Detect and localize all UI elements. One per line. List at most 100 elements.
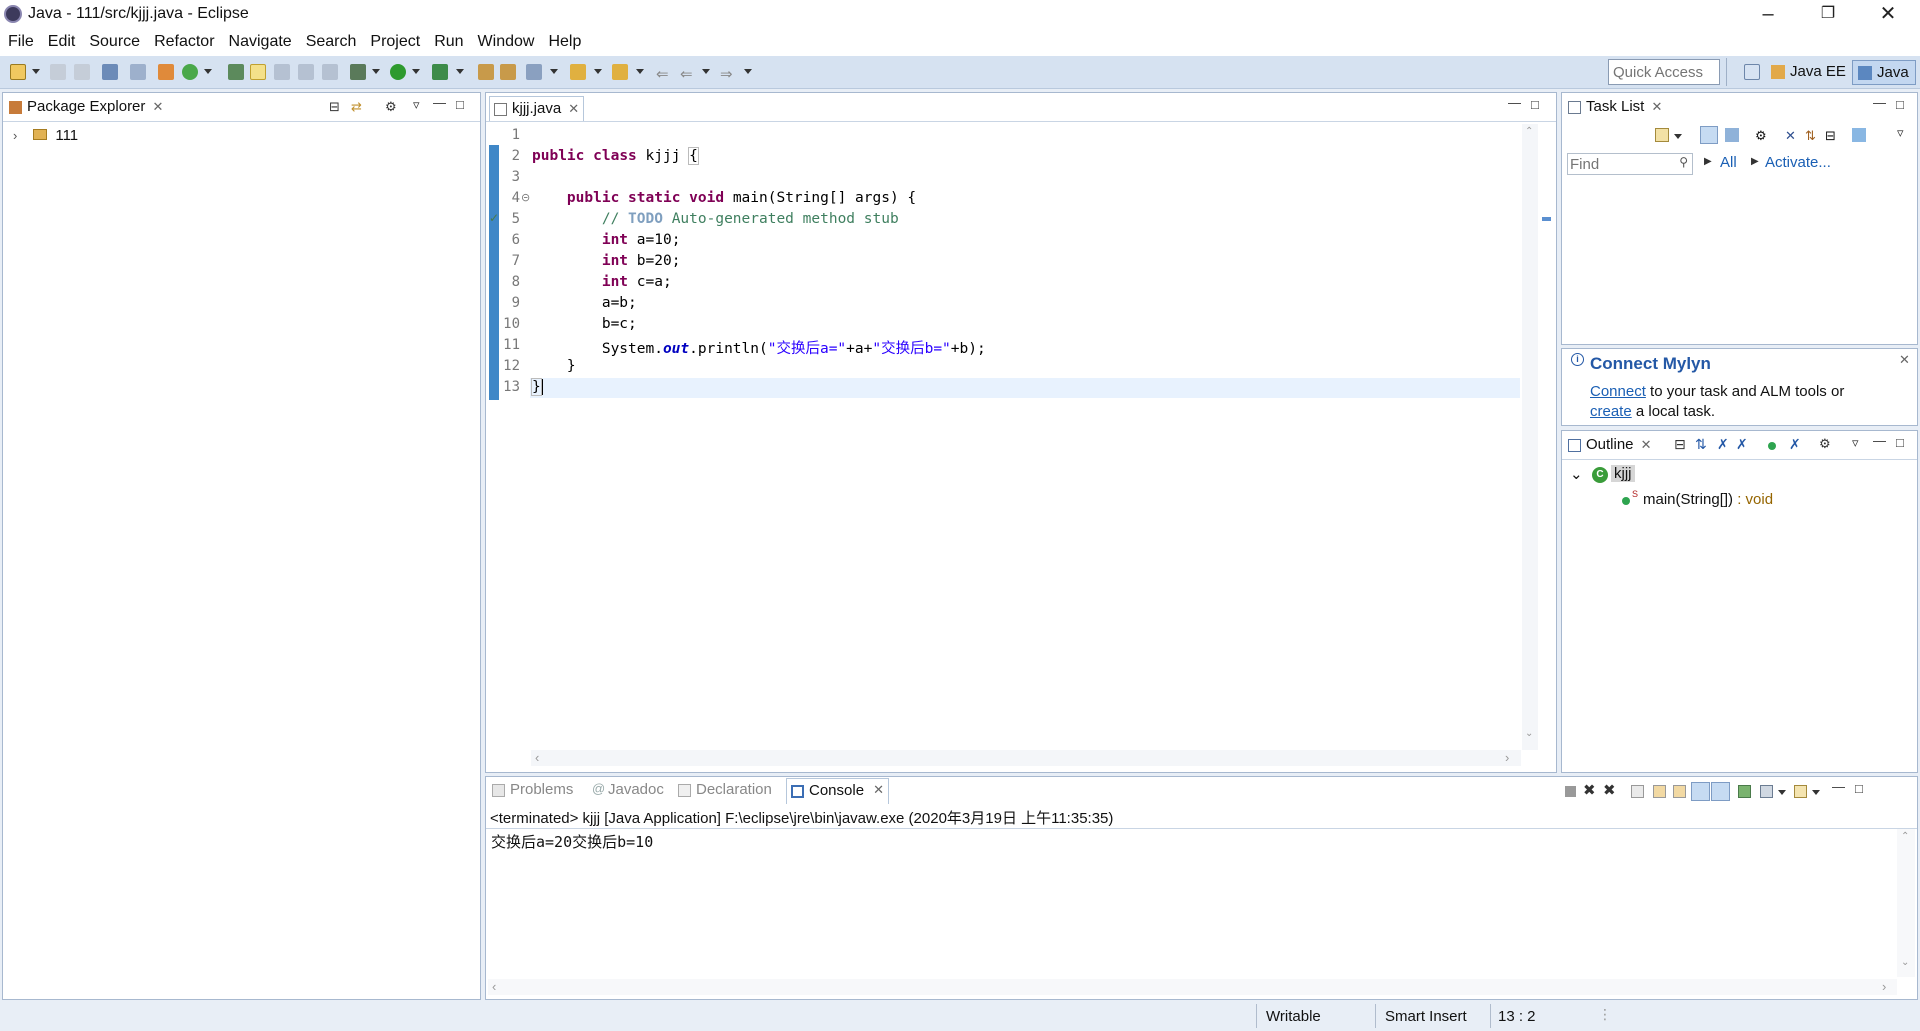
focus-icon[interactable]: ⚙ <box>1755 128 1767 144</box>
tab-task-list[interactable]: Task List ✕ <box>1564 95 1666 121</box>
menu-source[interactable]: Source <box>83 30 146 54</box>
previous-annotation-icon[interactable] <box>612 64 628 80</box>
menu-navigate[interactable]: Navigate <box>223 30 298 54</box>
back-icon[interactable]: ⇐ <box>680 65 693 83</box>
minimize-view-icon[interactable]: — <box>433 95 446 110</box>
perspective-java[interactable]: Java <box>1852 60 1916 85</box>
open-task-icon[interactable] <box>500 64 516 80</box>
scroll-lock-icon[interactable] <box>1653 785 1666 798</box>
menu-file[interactable]: File <box>2 30 40 54</box>
maximize-view-icon[interactable]: □ <box>1896 435 1904 450</box>
code-line[interactable]: System.out.println("交换后a="+a+"交换后b="+b); <box>532 337 986 358</box>
tab-javadoc[interactable]: @ Javadoc <box>590 781 664 798</box>
show-console-stdout-icon[interactable] <box>1691 782 1710 801</box>
connect-link[interactable]: Connect <box>1590 383 1646 400</box>
menu-window[interactable]: Window <box>472 30 541 54</box>
menu-run[interactable]: Run <box>428 30 469 54</box>
restore-button[interactable]: ❐ <box>1798 0 1858 30</box>
code-line[interactable]: } <box>532 358 576 374</box>
outline-method-node[interactable]: main(String[]) : void <box>1643 491 1773 508</box>
chevron-down-icon[interactable]: ⌄ <box>1570 465 1583 483</box>
hide-completed-icon[interactable]: ✕ <box>1785 128 1796 144</box>
new-icon[interactable] <box>10 64 26 80</box>
filters-icon[interactable]: ⚙ <box>385 99 397 115</box>
chevron-left-icon[interactable]: ‹ <box>535 750 539 765</box>
skip-breakpoints-icon[interactable] <box>130 64 146 80</box>
search-icon[interactable] <box>526 64 542 80</box>
menu-refactor[interactable]: Refactor <box>148 30 220 54</box>
show-console-stderr-icon[interactable] <box>1711 782 1730 801</box>
tab-console[interactable]: Console ✕ <box>786 778 890 804</box>
menu-edit[interactable]: Edit <box>42 30 82 54</box>
minimize-view-icon[interactable]: — <box>1508 95 1521 110</box>
close-icon[interactable]: ✕ <box>153 95 164 119</box>
coverage-dropdown-icon[interactable] <box>456 69 464 74</box>
synchronize-icon[interactable] <box>1852 128 1866 142</box>
remove-launch-icon[interactable]: ✖ <box>1583 781 1596 799</box>
remove-all-terminated-icon[interactable]: ✖ <box>1603 781 1616 799</box>
close-icon[interactable]: ✕ <box>568 97 579 121</box>
sort-icon[interactable]: ⇅ <box>1695 436 1707 453</box>
menu-help[interactable]: Help <box>542 30 587 54</box>
code-line[interactable]: a=b; <box>532 295 637 311</box>
chevron-down-icon[interactable]: ⌄ <box>1901 957 1909 968</box>
filter-all-link[interactable]: All <box>1720 154 1737 171</box>
open-console-icon[interactable] <box>1794 785 1807 798</box>
menu-search[interactable]: Search <box>300 30 363 54</box>
run-dropdown-icon[interactable] <box>412 69 420 74</box>
chevron-right-icon[interactable]: › <box>1882 979 1886 994</box>
scheduled-icon[interactable] <box>1725 128 1739 142</box>
minimize-view-icon[interactable]: — <box>1873 95 1886 110</box>
pin-console-icon[interactable] <box>1738 785 1751 798</box>
display-console-dropdown-icon[interactable] <box>1778 790 1786 795</box>
tab-package-explorer[interactable]: Package Explorer ✕ <box>5 95 167 121</box>
close-icon[interactable]: ✕ <box>1651 95 1662 119</box>
collapse-all-icon[interactable]: ⊟ <box>1825 128 1836 144</box>
open-project-icon[interactable] <box>478 64 494 80</box>
clear-console-icon[interactable] <box>1631 785 1644 798</box>
maximize-view-icon[interactable]: □ <box>1896 97 1904 112</box>
tab-problems[interactable]: Problems <box>490 781 573 798</box>
hide-non-public-icon[interactable] <box>1768 442 1776 450</box>
next-annotation-icon[interactable] <box>570 64 586 80</box>
close-icon[interactable]: ✕ <box>1899 352 1910 368</box>
code-line[interactable]: public static void main(String[] args) { <box>532 190 916 206</box>
hide-static-icon[interactable]: ✗ <box>1736 436 1748 453</box>
chevron-up-icon[interactable]: ⌃ <box>1525 126 1533 137</box>
code-line[interactable]: // TODO Auto-generated method stub <box>532 211 899 227</box>
code-line[interactable]: b=c; <box>532 316 637 332</box>
collapse-all-icon[interactable]: ⊟ <box>1674 436 1686 453</box>
chevron-down-icon[interactable]: ⌄ <box>1525 728 1533 739</box>
quick-access-input[interactable] <box>1608 59 1720 85</box>
hide-local-types-icon[interactable]: ✗ <box>1789 436 1801 453</box>
save-all-icon[interactable] <box>74 64 90 80</box>
new-task-dropdown-icon[interactable] <box>1674 134 1682 139</box>
last-edit-location-icon[interactable]: ⇐ <box>656 65 669 83</box>
new-class-dropdown-icon[interactable] <box>204 69 212 74</box>
code-line[interactable]: } <box>531 378 543 396</box>
tab-declaration[interactable]: Declaration <box>676 781 772 798</box>
editor-vertical-scrollbar[interactable]: ⌃ ⌄ <box>1522 124 1538 750</box>
save-icon[interactable] <box>50 64 66 80</box>
open-perspective-icon[interactable] <box>1744 64 1760 80</box>
debug-icon[interactable] <box>350 64 366 80</box>
console-output[interactable]: 交换后a=20交换后b=10 <box>491 831 653 852</box>
tab-outline[interactable]: Outline ✕ <box>1564 433 1656 459</box>
sync-icon[interactable]: ⇅ <box>1805 128 1816 144</box>
outline-class-node[interactable]: kjjj <box>1611 465 1635 482</box>
coverage-icon[interactable] <box>432 64 448 80</box>
run-icon[interactable] <box>390 64 406 80</box>
debug-dropdown-icon[interactable] <box>372 69 380 74</box>
back-dropdown-icon[interactable] <box>702 69 710 74</box>
editor-horizontal-scrollbar[interactable]: ‹ › <box>531 750 1521 766</box>
tree-item-project[interactable]: › 111 <box>13 127 78 147</box>
minimize-button[interactable]: – <box>1738 0 1798 30</box>
view-menu-icon[interactable]: ▿ <box>1852 435 1859 451</box>
fold-collapse-icon[interactable]: ⊝ <box>521 191 530 204</box>
link-editor-icon[interactable]: ⇄ <box>351 99 362 115</box>
close-button[interactable]: ✕ <box>1858 0 1918 30</box>
search-dropdown-icon[interactable] <box>550 69 558 74</box>
code-line[interactable]: int a=10; <box>532 232 681 248</box>
create-link[interactable]: create <box>1590 403 1632 420</box>
console-vertical-scrollbar[interactable]: ⌃ ⌄ <box>1897 829 1915 977</box>
